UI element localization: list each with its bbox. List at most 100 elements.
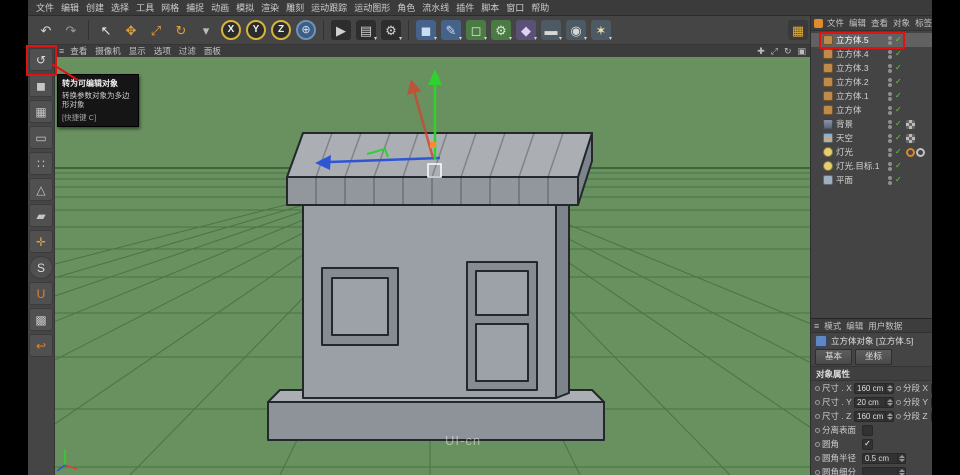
- visibility-dots-icon[interactable]: [888, 175, 892, 185]
- menu-item[interactable]: 角色: [397, 1, 415, 14]
- visibility-dots-icon[interactable]: [888, 91, 892, 101]
- menu-item[interactable]: 模拟: [236, 1, 254, 14]
- lock-y-axis-icon[interactable]: Y: [244, 18, 268, 42]
- layout-icon[interactable]: ▦: [786, 18, 810, 42]
- object-tag-icon[interactable]: [906, 147, 915, 157]
- move-tool-icon[interactable]: ✥: [119, 18, 143, 42]
- viewport-menu-item[interactable]: 摄像机: [95, 45, 121, 57]
- add-camera-icon[interactable]: ◉ ▾: [564, 18, 588, 42]
- menu-item[interactable]: 运动图形: [354, 1, 390, 14]
- enabled-check-icon[interactable]: ✓: [895, 50, 903, 58]
- attr-menu-item[interactable]: 用户数据: [868, 320, 902, 332]
- coordinate-system-icon[interactable]: ⊕: [294, 18, 318, 42]
- object-row[interactable]: 天空 ✓: [811, 131, 932, 145]
- section-header-object-properties[interactable]: 对象属性: [811, 366, 932, 381]
- add-environment-icon[interactable]: ▬ ▾: [539, 18, 563, 42]
- enabled-check-icon[interactable]: ✓: [895, 64, 903, 72]
- quantize-icon[interactable]: ▩: [29, 308, 53, 331]
- object-row[interactable]: 背景 ✓: [811, 117, 932, 131]
- viewport-menu-item[interactable]: 面板: [204, 45, 221, 57]
- object-tag-icon[interactable]: [906, 119, 915, 129]
- keyframe-dot-icon[interactable]: [815, 413, 820, 419]
- object-row[interactable]: 立方体.5 ✓: [811, 33, 932, 47]
- stepper-icon[interactable]: [897, 453, 905, 463]
- size-input[interactable]: 20 cm: [854, 396, 894, 408]
- render-picture-viewer-icon[interactable]: ▤ ▾: [354, 18, 378, 42]
- stepper-icon[interactable]: [885, 397, 893, 407]
- lock-x-axis-icon[interactable]: X: [219, 18, 243, 42]
- attr-menu-item[interactable]: 编辑: [846, 320, 863, 332]
- attr-tab[interactable]: 坐标: [855, 349, 893, 365]
- menu-item[interactable]: 创建: [86, 1, 104, 14]
- enabled-check-icon[interactable]: ✓: [895, 134, 903, 142]
- visibility-dots-icon[interactable]: [888, 147, 892, 157]
- keyframe-dot-icon[interactable]: [815, 469, 820, 475]
- lock-z-axis-icon[interactable]: Z: [269, 18, 293, 42]
- fillet-radius-input[interactable]: 0.5 cm: [862, 452, 906, 464]
- maximize-view-icon[interactable]: ▣: [797, 46, 806, 56]
- stepper-icon[interactable]: [885, 411, 893, 421]
- scale-tool-icon[interactable]: ⤢: [144, 18, 168, 42]
- menu-item[interactable]: 捕捉: [186, 1, 204, 14]
- edges-mode-icon[interactable]: △: [29, 178, 53, 201]
- om-menu-item[interactable]: 对象: [893, 17, 910, 29]
- object-row[interactable]: 平面 ✓: [811, 173, 932, 187]
- rotate-view-icon[interactable]: ↻: [784, 46, 792, 56]
- visibility-dots-icon[interactable]: [888, 161, 892, 171]
- add-light-icon[interactable]: ✶ ▾: [589, 18, 613, 42]
- object-row[interactable]: 灯光.目标.1 ✓: [811, 159, 932, 173]
- enabled-check-icon[interactable]: ✓: [895, 148, 903, 156]
- om-menu-item[interactable]: 文件: [827, 17, 844, 29]
- viewport-menu-item[interactable]: 过滤: [179, 45, 196, 57]
- menu-item[interactable]: 脚本: [481, 1, 499, 14]
- viewport-menu-item[interactable]: 显示: [129, 45, 146, 57]
- size-input[interactable]: 160 cm: [854, 410, 894, 422]
- add-spline-icon[interactable]: ✎ ▾: [439, 18, 463, 42]
- menu-item[interactable]: 动画: [211, 1, 229, 14]
- house-model[interactable]: [267, 132, 605, 441]
- segment-input[interactable]: [931, 382, 932, 394]
- enabled-check-icon[interactable]: ✓: [895, 162, 903, 170]
- add-deformer-icon[interactable]: ◆ ▾: [514, 18, 538, 42]
- keyframe-dot-icon[interactable]: [896, 413, 901, 419]
- visibility-dots-icon[interactable]: [888, 77, 892, 87]
- attribute-menu-icon[interactable]: ≡: [814, 321, 819, 331]
- fillet-subdivision-input[interactable]: [862, 466, 906, 475]
- render-settings-icon[interactable]: ⚙ ▾: [379, 18, 403, 42]
- segment-input[interactable]: [931, 396, 932, 408]
- menu-item[interactable]: 渲染: [261, 1, 279, 14]
- object-tag-icon[interactable]: [916, 147, 925, 157]
- enabled-check-icon[interactable]: ✓: [895, 106, 903, 114]
- points-mode-icon[interactable]: ∷: [29, 152, 53, 175]
- object-row[interactable]: 立方体.3 ✓: [811, 61, 932, 75]
- menu-item[interactable]: 帮助: [531, 1, 549, 14]
- menu-item[interactable]: 插件: [456, 1, 474, 14]
- redo-icon[interactable]: ↷: [59, 18, 83, 42]
- zoom-view-icon[interactable]: ⤢: [771, 46, 778, 56]
- stepper-icon[interactable]: [897, 467, 905, 475]
- object-row[interactable]: 立方体.1 ✓: [811, 89, 932, 103]
- menu-item[interactable]: 工具: [136, 1, 154, 14]
- segment-input[interactable]: [931, 410, 932, 422]
- visibility-dots-icon[interactable]: [888, 105, 892, 115]
- size-input[interactable]: 160 cm: [854, 382, 894, 394]
- visibility-dots-icon[interactable]: [888, 35, 892, 45]
- menu-item[interactable]: 网格: [161, 1, 179, 14]
- add-generator-icon[interactable]: ⚙ ▾: [489, 18, 513, 42]
- viewport-menu-icon[interactable]: ≡: [59, 46, 64, 56]
- enabled-check-icon[interactable]: ✓: [895, 78, 903, 86]
- object-row[interactable]: 立方体.2 ✓: [811, 75, 932, 89]
- rotate-tool-icon[interactable]: ↻: [169, 18, 193, 42]
- fillet-checkbox[interactable]: ✓: [862, 438, 873, 450]
- menu-item[interactable]: 窗口: [506, 1, 524, 14]
- menu-item[interactable]: 文件: [36, 1, 54, 14]
- visibility-dots-icon[interactable]: [888, 63, 892, 73]
- last-tool-icon[interactable]: ▾: [194, 18, 218, 42]
- separate-surfaces-checkbox[interactable]: [862, 424, 873, 436]
- keyframe-dot-icon[interactable]: [815, 441, 820, 447]
- visibility-dots-icon[interactable]: [888, 49, 892, 59]
- viewport-3d[interactable]: UI-cn: [55, 57, 810, 475]
- polygons-mode-icon[interactable]: ▰: [29, 204, 53, 227]
- live-selection-icon[interactable]: ↖: [94, 18, 118, 42]
- enabled-check-icon[interactable]: ✓: [895, 92, 903, 100]
